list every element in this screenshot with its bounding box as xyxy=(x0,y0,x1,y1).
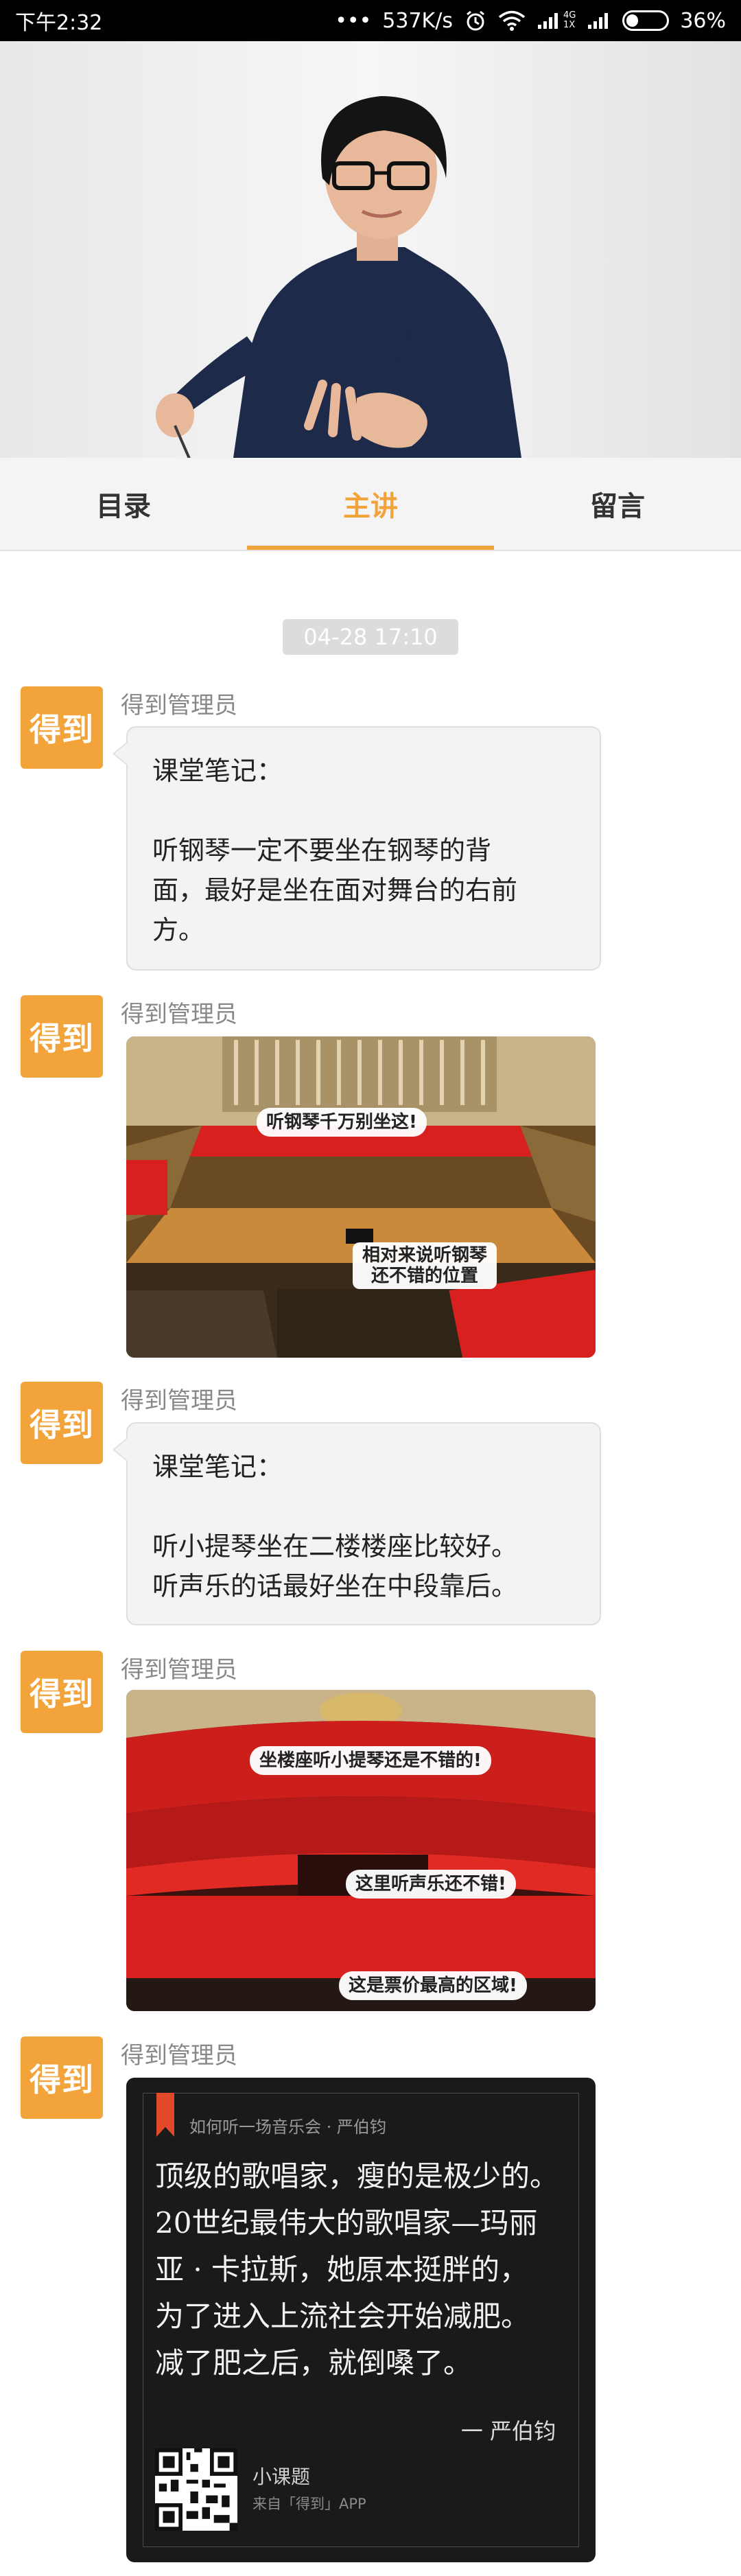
message-line: 听钢琴一定不要坐在钢琴的背 xyxy=(152,835,492,866)
quote-line: 顶级的歌唱家，瘦的是极少的。 xyxy=(155,2159,559,2193)
image-callout-line: 还不错的位置 xyxy=(371,1266,479,1286)
quote-app-sub: 来自「得到」APP xyxy=(252,2496,366,2512)
message-line: 课堂笔记： xyxy=(152,756,283,786)
battery-percent: 36% xyxy=(680,8,726,33)
more-dots-icon: ••• xyxy=(335,8,372,33)
concert-hall-image[interactable]: 听钢琴千万别坐这! 相对来说听钢琴 还不错的位置 xyxy=(126,1036,596,1358)
wifi-icon xyxy=(498,10,526,31)
message-line: 听声乐的话最好坐在中段靠后。 xyxy=(152,1571,518,1601)
network-speed: 537K/s xyxy=(382,8,453,33)
status-icons: ••• 537K/s 4G 1X 36% xyxy=(335,9,726,33)
quote-line: 亚 · 卡拉斯，她原本挺胖的， xyxy=(155,2253,529,2286)
quote-app-name: 小课题 xyxy=(252,2465,311,2488)
message-line: 方。 xyxy=(152,915,205,945)
message-line: 课堂笔记： xyxy=(152,1452,283,1482)
image-callout-line: 相对来说听钢琴 xyxy=(362,1245,488,1266)
status-bar: 下午2:32 ••• 537K/s 4G 1X 36% xyxy=(0,0,741,41)
sender-name: 得到管理员 xyxy=(121,2042,237,2069)
image-callout: 听钢琴千万别坐这! xyxy=(257,1108,427,1137)
sender-avatar[interactable]: 得到 xyxy=(21,995,103,1078)
lecturer-photo xyxy=(0,41,741,458)
alarm-icon xyxy=(467,10,484,31)
quote-text: 顶级的歌唱家，瘦的是极少的。 20世纪最伟大的歌唱家—玛丽 亚 · 卡拉斯，她原… xyxy=(155,2153,580,2387)
image-callout: 这是票价最高的区域! xyxy=(339,1971,527,2000)
quote-source: 如何听一场音乐会 · 严伯钧 xyxy=(189,2117,386,2137)
network-type-top: 4G xyxy=(563,10,576,21)
signal-4g-icon: 4G 1X xyxy=(537,11,576,30)
quote-line: 为了进入上流社会开始减肥。 xyxy=(155,2299,530,2333)
image-callout: 这里听声乐还不错! xyxy=(346,1870,516,1899)
quote-line: 20世纪最伟大的歌唱家—玛丽 xyxy=(155,2206,538,2240)
network-type-bottom: 1X xyxy=(563,20,576,30)
tab-bar: 目录 主讲 留言 xyxy=(0,458,741,551)
opera-hall-image[interactable]: 坐楼座听小提琴还是不错的! 这里听声乐还不错! 这是票价最高的区域! xyxy=(126,1690,596,2011)
message-line: 听小提琴坐在二楼楼座比较好。 xyxy=(152,1531,518,1562)
message-bubble: 课堂笔记： 听钢琴一定不要坐在钢琴的背 面，最好是坐在面对舞台的右前 方。 xyxy=(113,726,601,971)
quote-card[interactable]: 如何听一场音乐会 · 严伯钧 顶级的歌唱家，瘦的是极少的。 20世纪最伟大的歌唱… xyxy=(126,2078,596,2562)
sender-avatar[interactable]: 得到 xyxy=(21,686,103,769)
tab-catalog[interactable]: 目录 xyxy=(0,458,247,550)
sender-avatar[interactable]: 得到 xyxy=(21,2037,103,2119)
quote-author: 一 严伯钧 xyxy=(460,2418,556,2444)
sender-avatar[interactable]: 得到 xyxy=(21,1382,103,1464)
sender-name: 得到管理员 xyxy=(121,1656,237,1684)
sender-name: 得到管理员 xyxy=(121,692,237,719)
sender-avatar[interactable]: 得到 xyxy=(21,1651,103,1733)
battery-icon xyxy=(622,10,670,31)
qr-code-icon[interactable] xyxy=(155,2448,237,2531)
message-timestamp: 04-28 17:10 xyxy=(283,619,458,655)
sender-name: 得到管理员 xyxy=(121,1001,237,1028)
tab-comments[interactable]: 留言 xyxy=(494,458,741,550)
image-callout: 坐楼座听小提琴还是不错的! xyxy=(250,1746,491,1775)
quote-line: 减了肥之后，就倒嗓了。 xyxy=(155,2346,473,2380)
tab-lecture[interactable]: 主讲 xyxy=(247,458,494,550)
message-bubble: 课堂笔记： 听小提琴坐在二楼楼座比较好。 听声乐的话最好坐在中段靠后。 xyxy=(113,1422,601,1625)
status-time: 下午2:32 xyxy=(15,11,103,35)
sender-name: 得到管理员 xyxy=(121,1387,237,1415)
image-callout: 相对来说听钢琴 还不错的位置 xyxy=(353,1242,497,1289)
signal-icon xyxy=(588,13,609,29)
message-line: 面，最好是坐在面对舞台的右前 xyxy=(152,875,518,905)
